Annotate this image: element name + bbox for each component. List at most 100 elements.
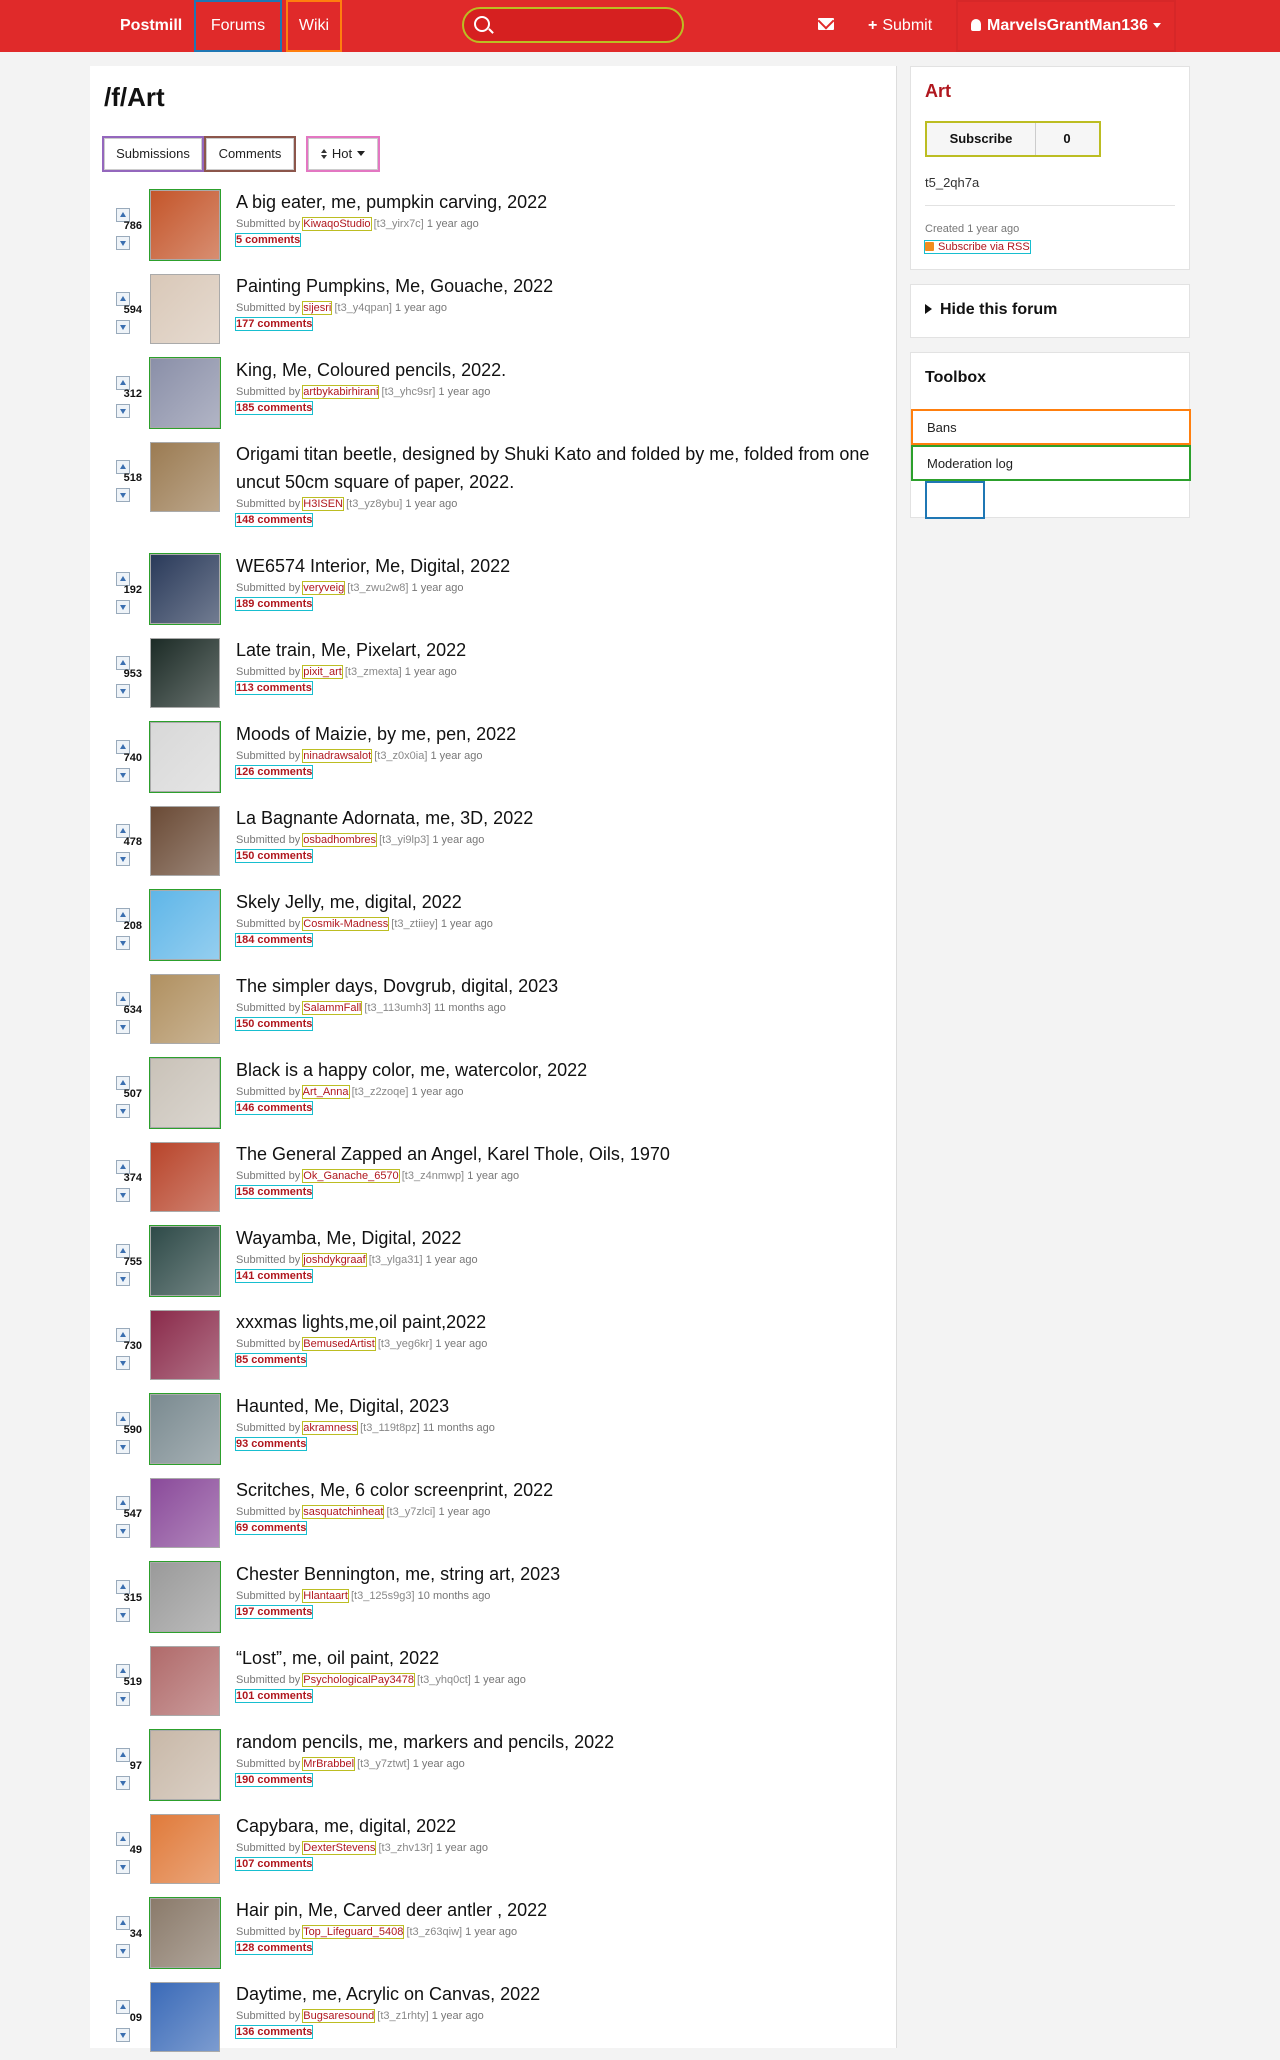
submission-title[interactable]: Chester Bennington, me, string art, 2023	[236, 1560, 886, 1588]
submission-thumbnail[interactable]	[150, 1310, 220, 1380]
author-link[interactable]: osbadhombres	[303, 834, 376, 846]
submission-thumbnail[interactable]	[150, 1982, 220, 2052]
author-link[interactable]: PsychologicalPay3478	[303, 1674, 414, 1686]
search-input[interactable]	[496, 14, 678, 38]
submission-thumbnail[interactable]	[150, 442, 220, 512]
submission-thumbnail[interactable]	[150, 1814, 220, 1884]
tab-submissions[interactable]: Submissions	[104, 138, 202, 170]
brand-logo-link[interactable]: Postmill	[120, 0, 182, 52]
toolbox-empty-item[interactable]	[925, 481, 985, 519]
author-link[interactable]: artbykabirhirani	[303, 386, 378, 398]
submission-title[interactable]: Scritches, Me, 6 color screenprint, 2022	[236, 1476, 886, 1504]
downvote-arrow-icon[interactable]	[116, 1020, 130, 1034]
comments-link[interactable]: 158 comments	[236, 1186, 312, 1198]
submission-title[interactable]: Daytime, me, Acrylic on Canvas, 2022	[236, 1980, 886, 2008]
submission-title[interactable]: Painting Pumpkins, Me, Gouache, 2022	[236, 272, 886, 300]
comments-link[interactable]: 113 comments	[236, 682, 312, 694]
downvote-arrow-icon[interactable]	[116, 404, 130, 418]
submission-title[interactable]: Haunted, Me, Digital, 2023	[236, 1392, 886, 1420]
comments-link[interactable]: 107 comments	[236, 1858, 312, 1870]
comments-link[interactable]: 148 comments	[236, 514, 312, 526]
user-menu-button[interactable]: MarvelsGrantMan136	[956, 0, 1176, 52]
author-link[interactable]: akramness	[303, 1422, 357, 1434]
submission-thumbnail[interactable]	[150, 190, 220, 260]
author-link[interactable]: veryveig	[303, 582, 344, 594]
author-link[interactable]: Ok_Ganache_6570	[303, 1170, 398, 1182]
tab-comments[interactable]: Comments	[206, 138, 294, 170]
author-link[interactable]: Top_Lifeguard_5408	[303, 1926, 403, 1938]
downvote-arrow-icon[interactable]	[116, 768, 130, 782]
downvote-arrow-icon[interactable]	[116, 1188, 130, 1202]
author-link[interactable]: sasquatchinheat	[303, 1506, 383, 1518]
submission-thumbnail[interactable]	[150, 358, 220, 428]
submission-thumbnail[interactable]	[150, 274, 220, 344]
comments-link[interactable]: 93 comments	[236, 1438, 306, 1450]
downvote-arrow-icon[interactable]	[116, 2028, 130, 2042]
submission-title[interactable]: Black is a happy color, me, watercolor, …	[236, 1056, 886, 1084]
sidebar-forum-title[interactable]: Art	[925, 81, 951, 102]
submission-thumbnail[interactable]	[150, 1730, 220, 1800]
submission-thumbnail[interactable]	[150, 1142, 220, 1212]
submission-thumbnail[interactable]	[150, 722, 220, 792]
downvote-arrow-icon[interactable]	[116, 488, 130, 502]
downvote-arrow-icon[interactable]	[116, 236, 130, 250]
comments-link[interactable]: 69 comments	[236, 1522, 306, 1534]
submit-button[interactable]: + Submit	[868, 0, 932, 52]
rss-subscribe-link[interactable]: Subscribe via RSS	[925, 241, 1030, 253]
submission-title[interactable]: King, Me, Coloured pencils, 2022.	[236, 356, 886, 384]
messages-envelope-icon[interactable]	[818, 18, 834, 30]
comments-link[interactable]: 197 comments	[236, 1606, 312, 1618]
comments-link[interactable]: 126 comments	[236, 766, 312, 778]
submission-title[interactable]: A big eater, me, pumpkin carving, 2022	[236, 188, 886, 216]
downvote-arrow-icon[interactable]	[116, 1776, 130, 1790]
comments-link[interactable]: 184 comments	[236, 934, 312, 946]
submission-thumbnail[interactable]	[150, 638, 220, 708]
author-link[interactable]: Cosmik-Madness	[303, 918, 388, 930]
comments-link[interactable]: 136 comments	[236, 2026, 312, 2038]
submission-thumbnail[interactable]	[150, 1394, 220, 1464]
subscribe-button[interactable]: Subscribe	[927, 123, 1036, 155]
submission-thumbnail[interactable]	[150, 1898, 220, 1968]
submission-title[interactable]: WE6574 Interior, Me, Digital, 2022	[236, 552, 886, 580]
comments-link[interactable]: 185 comments	[236, 402, 312, 414]
author-link[interactable]: KiwaqoStudio	[303, 218, 370, 230]
submission-title[interactable]: Skely Jelly, me, digital, 2022	[236, 888, 886, 916]
hide-forum-toggle[interactable]: Hide this forum	[925, 301, 1057, 319]
comments-link[interactable]: 146 comments	[236, 1102, 312, 1114]
author-link[interactable]: joshdykgraaf	[303, 1254, 365, 1266]
author-link[interactable]: DexterStevens	[303, 1842, 375, 1854]
downvote-arrow-icon[interactable]	[116, 1860, 130, 1874]
comments-link[interactable]: 5 comments	[236, 234, 300, 246]
downvote-arrow-icon[interactable]	[116, 1104, 130, 1118]
author-link[interactable]: MrBrabbel	[303, 1758, 354, 1770]
comments-link[interactable]: 101 comments	[236, 1690, 312, 1702]
author-link[interactable]: Bugsaresound	[303, 2010, 374, 2022]
author-link[interactable]: ninadrawsalot	[303, 750, 371, 762]
author-link[interactable]: pixit_art	[303, 666, 342, 678]
submission-title[interactable]: Origami titan beetle, designed by Shuki …	[236, 440, 886, 496]
submission-title[interactable]: Wayamba, Me, Digital, 2022	[236, 1224, 886, 1252]
author-link[interactable]: Art_Anna	[303, 1086, 349, 1098]
downvote-arrow-icon[interactable]	[116, 1692, 130, 1706]
downvote-arrow-icon[interactable]	[116, 684, 130, 698]
submission-thumbnail[interactable]	[150, 974, 220, 1044]
submission-thumbnail[interactable]	[150, 554, 220, 624]
downvote-arrow-icon[interactable]	[116, 1944, 130, 1958]
submission-thumbnail[interactable]	[150, 1226, 220, 1296]
submission-title[interactable]: Hair pin, Me, Carved deer antler , 2022	[236, 1896, 886, 1924]
author-link[interactable]: H3ISEN	[303, 498, 343, 510]
sort-dropdown[interactable]: Hot	[308, 138, 378, 170]
nav-wiki-link[interactable]: Wiki	[286, 0, 342, 52]
author-link[interactable]: BemusedArtist	[303, 1338, 375, 1350]
submission-title[interactable]: “Lost”, me, oil paint, 2022	[236, 1644, 886, 1672]
submission-thumbnail[interactable]	[150, 1058, 220, 1128]
submission-thumbnail[interactable]	[150, 806, 220, 876]
comments-link[interactable]: 177 comments	[236, 318, 312, 330]
downvote-arrow-icon[interactable]	[116, 320, 130, 334]
submission-title[interactable]: The simpler days, Dovgrub, digital, 2023	[236, 972, 886, 1000]
moderation-log-link[interactable]: Moderation log	[911, 445, 1191, 481]
search-box[interactable]	[462, 7, 684, 43]
comments-link[interactable]: 128 comments	[236, 1942, 312, 1954]
submission-thumbnail[interactable]	[150, 1562, 220, 1632]
comments-link[interactable]: 150 comments	[236, 850, 312, 862]
